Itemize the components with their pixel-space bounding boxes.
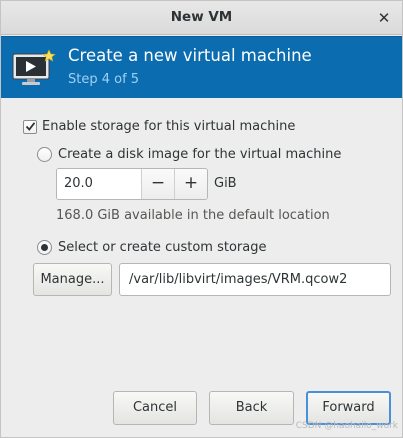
wizard-header: Create a new virtual machine Step 4 of 5 [1, 36, 402, 98]
window-title: New VM [170, 9, 233, 25]
storage-path-input[interactable]: /var/lib/libvirt/images/VRM.qcow2 [119, 263, 391, 296]
disk-image-radio[interactable]: Create a disk image for the virtual mach… [37, 147, 341, 162]
wizard-title: Create a new virtual machine [68, 46, 312, 65]
increment-button[interactable]: + [174, 169, 207, 199]
close-icon: ✕ [377, 9, 391, 27]
plus-icon: + [183, 173, 199, 193]
custom-storage-radio[interactable]: Select or create custom storage [37, 240, 266, 255]
new-vm-dialog: New VM ✕ Create a new virtual machine St… [0, 0, 403, 438]
custom-storage-label: Select or create custom storage [58, 240, 267, 255]
disk-image-label: Create a disk image for the virtual mach… [58, 147, 342, 162]
title-bar[interactable]: New VM ✕ [1, 1, 402, 35]
forward-button[interactable]: Forward [306, 391, 391, 425]
enable-storage-label: Enable storage for this virtual machine [42, 119, 296, 134]
checkbox-box[interactable] [23, 119, 37, 134]
available-space-text: 168.0 GiB available in the default locat… [56, 208, 330, 223]
radio-button-selected[interactable] [37, 240, 52, 255]
checkmark-icon [25, 122, 35, 131]
cancel-button[interactable]: Cancel [113, 391, 197, 425]
minus-icon: − [150, 173, 166, 193]
manage-button[interactable]: Manage... [33, 263, 112, 296]
watermark-text: CSDN @haohailo_work [295, 421, 398, 431]
back-button[interactable]: Back [209, 391, 294, 425]
disk-size-input[interactable]: 20.0 [57, 169, 141, 199]
close-button[interactable]: ✕ [372, 6, 396, 30]
disk-size-spinbutton[interactable]: 20.0 − + [56, 168, 208, 200]
wizard-step-indicator: Step 4 of 5 [68, 72, 140, 87]
radio-selected-dot [41, 244, 48, 251]
vm-monitor-icon [12, 49, 56, 85]
enable-storage-checkbox[interactable]: Enable storage for this virtual machine [23, 119, 295, 134]
decrement-button[interactable]: − [141, 169, 174, 199]
radio-button[interactable] [37, 147, 52, 162]
size-unit-label: GiB [214, 176, 237, 191]
